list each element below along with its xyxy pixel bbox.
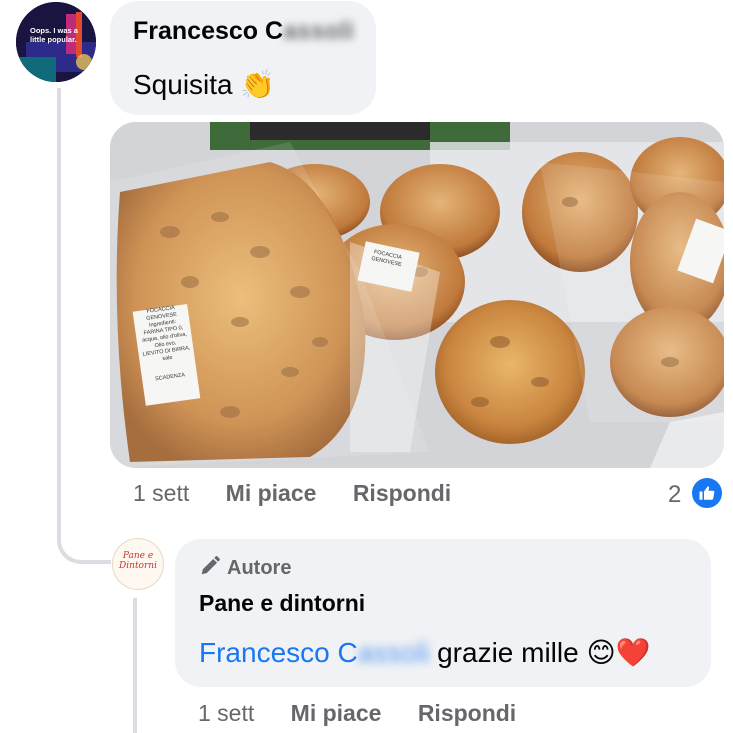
author-badge: Autore xyxy=(199,555,291,580)
avatar[interactable]: Oops. I was a little popular. xyxy=(16,2,96,82)
reply-text-body: grazie mille xyxy=(437,637,579,668)
mention-link[interactable]: Francesco Cassoli xyxy=(199,637,429,668)
comment-author[interactable]: Francesco Cassoli xyxy=(133,17,354,46)
product-label: FOCACCIA GENOVESE Ingredienti: FARINA TI… xyxy=(133,303,197,385)
reply-reply-button[interactable]: Rispondi xyxy=(418,700,516,726)
reply-author[interactable]: Pane e dintorni xyxy=(199,590,365,617)
thumbs-up-icon xyxy=(699,486,715,500)
reply-timestamp[interactable]: 1 sett xyxy=(198,700,254,726)
author-badge-label: Autore xyxy=(227,557,292,579)
mention-blurred: assoli xyxy=(357,637,430,668)
reply-bubble: Autore Pane e dintorni Francesco Cassoli… xyxy=(175,539,711,687)
reply-like-button[interactable]: Mi piace xyxy=(291,700,382,726)
thread-line-curve xyxy=(57,520,111,564)
comment-actions: 1 sett Mi piace Rispondi xyxy=(133,480,481,507)
reply-button[interactable]: Rispondi xyxy=(353,480,451,506)
comment-author-blurred: assoli xyxy=(283,17,354,45)
mention-name: Francesco C xyxy=(199,637,358,668)
comment-photo[interactable]: FOCACCIA GENOVESE Ingredienti: FARINA TI… xyxy=(110,122,724,468)
avatar-caption: Oops. I was a little popular. xyxy=(30,26,78,44)
reply-avatar-logo: Pane e Dintorni xyxy=(119,551,157,571)
thread-line-main xyxy=(57,88,61,538)
comment-timestamp[interactable]: 1 sett xyxy=(133,480,189,506)
comment-bubble: Francesco Cassoli Squisita 👏 xyxy=(110,1,376,115)
reply-actions: 1 sett Mi piace Rispondi xyxy=(198,700,546,727)
comment-author-name: Francesco C xyxy=(133,17,284,45)
smile-heart-emoji-icon: 😊❤️ xyxy=(586,637,651,668)
like-reaction-icon[interactable] xyxy=(690,476,724,510)
pencil-icon xyxy=(201,556,220,575)
reply-avatar[interactable]: Pane e Dintorni xyxy=(112,538,164,590)
comment-text-body: Squisita xyxy=(133,69,233,100)
like-count[interactable]: 2 xyxy=(668,481,681,509)
thread-line-reply xyxy=(133,598,137,733)
focaccia-photo-illustration xyxy=(110,122,724,468)
comment-text: Squisita 👏 xyxy=(133,68,275,101)
like-button[interactable]: Mi piace xyxy=(226,480,317,506)
reply-text: Francesco Cassoli grazie mille 😊❤️ xyxy=(199,636,651,669)
clap-emoji-icon: 👏 xyxy=(240,69,276,100)
